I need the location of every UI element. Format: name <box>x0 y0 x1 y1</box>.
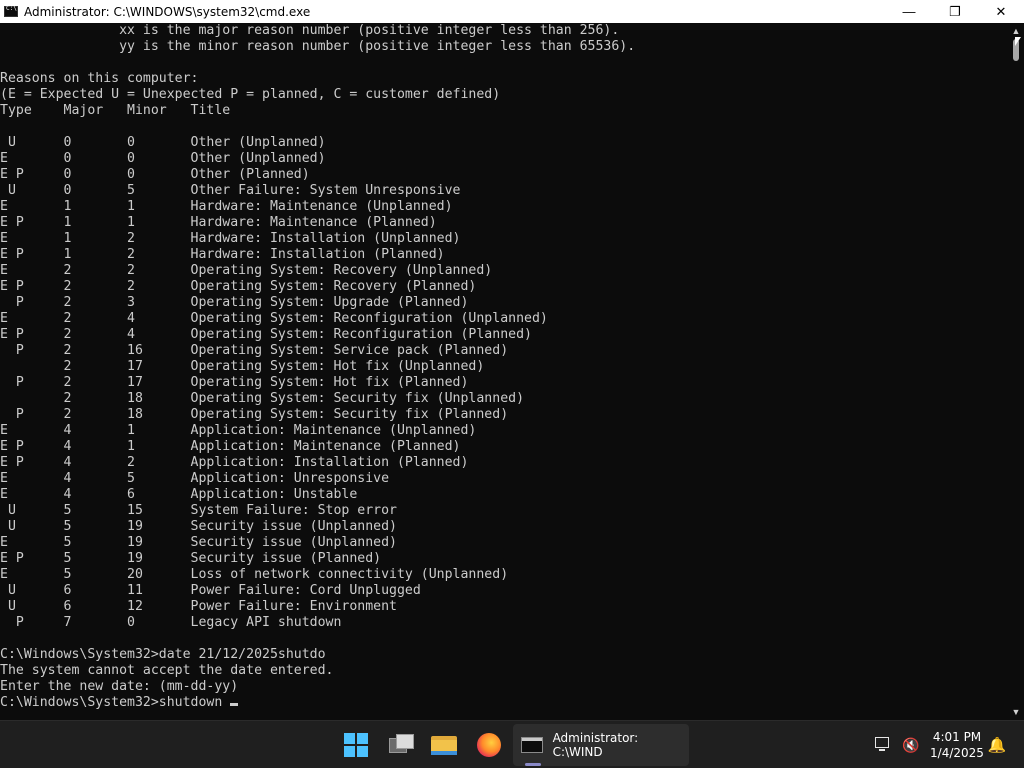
console-line: E P 1 2 Hardware: Installation (Planned) <box>0 247 445 262</box>
console-line: E P 4 1 Application: Maintenance (Planne… <box>0 439 461 454</box>
console-text: xx is the major reason number (positive … <box>0 23 1008 711</box>
console-line: P 2 18 Operating System: Security fix (P… <box>15 407 509 422</box>
active-window-indicator <box>525 763 541 766</box>
console-line: (E = Expected U = Unexpected P = planned… <box>0 87 501 102</box>
mouse-pointer-icon <box>1015 37 1021 46</box>
console-line: E 5 20 Loss of network connectivity (Unp… <box>0 567 509 582</box>
console-line: U 5 15 System Failure: Stop error <box>7 503 397 518</box>
console-line: E 2 2 Operating System: Recovery (Unplan… <box>0 263 493 278</box>
console-line: Enter the new date: (mm-dd-yy) <box>0 679 239 694</box>
window-controls: — ❐ ✕ <box>886 0 1024 23</box>
firefox-icon[interactable] <box>473 729 505 761</box>
console-line: C:\Windows\System32>date 21/12/2025shutd… <box>0 647 326 662</box>
taskbar-cmd-window-button[interactable]: Administrator: C:\WIND <box>513 724 689 766</box>
network-icon[interactable] <box>873 735 893 755</box>
console-line: E P 2 2 Operating System: Recovery (Plan… <box>0 279 477 294</box>
console-line: yy is the minor reason number (positive … <box>119 39 636 54</box>
console-line: E 4 1 Application: Maintenance (Unplanne… <box>0 423 477 438</box>
window-title: Administrator: C:\WINDOWS\system32\cmd.e… <box>24 4 311 19</box>
cmd-taskbar-icon <box>521 737 543 753</box>
console-line: E 1 2 Hardware: Installation (Unplanned) <box>0 231 461 246</box>
clock-date: 1/4/2025 <box>930 746 984 760</box>
console-line: E 5 19 Security issue (Unplanned) <box>0 535 397 550</box>
console-line: Type Major Minor Title <box>0 103 231 118</box>
console-line: E P 1 1 Hardware: Maintenance (Planned) <box>0 215 437 230</box>
console-line: P 2 17 Operating System: Hot fix (Planne… <box>15 375 469 390</box>
console-line: E P 4 2 Application: Installation (Plann… <box>0 455 469 470</box>
console-lines: xx is the major reason number (positive … <box>0 23 635 694</box>
console-line: E 4 5 Application: Unresponsive <box>0 471 390 486</box>
minimize-button[interactable]: — <box>886 0 932 23</box>
command-prompt-line[interactable]: C:\Windows\System32>shutdown <box>0 695 230 710</box>
console-line: xx is the major reason number (positive … <box>119 23 620 38</box>
volume-icon[interactable]: 🔇 <box>901 735 921 755</box>
console-line: P 2 3 Operating System: Upgrade (Planned… <box>15 295 469 310</box>
console-line: E P 0 0 Other (Planned) <box>0 167 310 182</box>
file-explorer-icon[interactable] <box>428 729 460 761</box>
windows-start-icon[interactable] <box>340 729 372 761</box>
console-line: The system cannot accept the date entere… <box>0 663 334 678</box>
close-button[interactable]: ✕ <box>978 0 1024 23</box>
console-line: 2 18 Operating System: Security fix (Unp… <box>63 391 525 406</box>
clock-time: 4:01 PM <box>932 730 982 744</box>
console-line: E 0 0 Other (Unplanned) <box>0 151 326 166</box>
console-line: U 6 12 Power Failure: Environment <box>7 599 397 614</box>
console-line: U 6 11 Power Failure: Cord Unplugged <box>7 583 421 598</box>
vertical-scrollbar[interactable]: ▲ ▼ <box>1008 23 1024 720</box>
notification-bell-icon[interactable]: 🔔 <box>988 735 1007 755</box>
console-line: E P 2 4 Operating System: Reconfiguratio… <box>0 327 532 342</box>
taskbar-clock[interactable]: 4:01 PM 1/4/2025 <box>924 729 990 761</box>
console-line: P 7 0 Legacy API shutdown <box>15 615 342 630</box>
console-line: U 5 19 Security issue (Unplanned) <box>7 519 397 534</box>
scroll-down-arrow-icon[interactable]: ▼ <box>1008 704 1024 720</box>
task-view-icon[interactable] <box>385 729 417 761</box>
console-line: E P 5 19 Security issue (Planned) <box>0 551 382 566</box>
console-output-area[interactable]: xx is the major reason number (positive … <box>0 23 1008 720</box>
console-line: Reasons on this computer: <box>0 71 199 86</box>
console-line: E 4 6 Application: Unstable <box>0 487 358 502</box>
text-cursor <box>230 703 239 706</box>
console-line: P 2 16 Operating System: Service pack (P… <box>15 343 509 358</box>
cmd-app-icon[interactable] <box>4 5 18 17</box>
console-line: U 0 0 Other (Unplanned) <box>7 135 326 150</box>
console-line: U 0 5 Other Failure: System Unresponsive <box>7 183 461 198</box>
console-line: E 2 4 Operating System: Reconfiguration … <box>0 311 548 326</box>
taskbar-window-label: Administrator: C:\WIND <box>552 731 639 759</box>
console-line: 2 17 Operating System: Hot fix (Unplanne… <box>63 359 485 374</box>
taskbar: Administrator: C:\WIND 🔇 4:01 PM 1/4/202… <box>0 720 1024 768</box>
maximize-button[interactable]: ❐ <box>932 0 978 23</box>
console-line: E 1 1 Hardware: Maintenance (Unplanned) <box>0 199 453 214</box>
window-titlebar[interactable]: Administrator: C:\WINDOWS\system32\cmd.e… <box>0 0 1024 23</box>
